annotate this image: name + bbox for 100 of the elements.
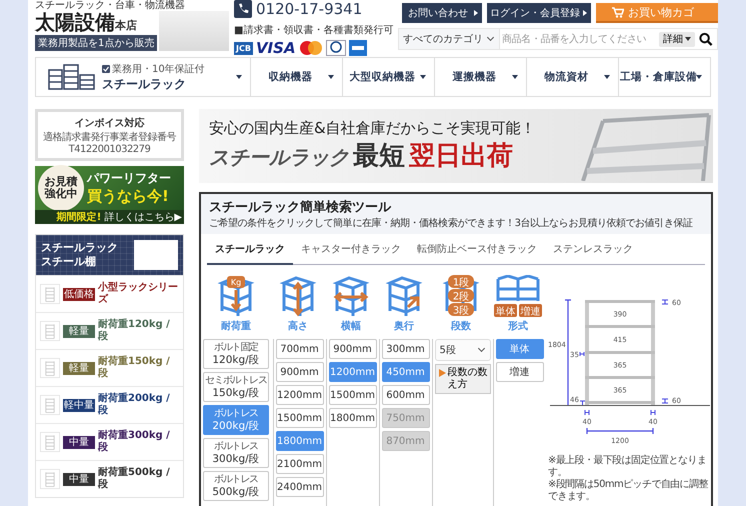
nav-menu-item[interactable]: 業務用・10年保証付 スチールラック [36,58,250,96]
nav-menu-item[interactable]: 収納機器 [250,58,342,96]
option-button[interactable]: ボルト固定 120kg/段 [203,339,269,369]
category-title: スチール棚 [41,255,97,269]
help-button[interactable]: 段数の数え方 [434,364,490,394]
ad-link[interactable]: 詳しくはこちら▶ [104,210,182,224]
caret-icon [604,75,610,79]
shelf-icon [40,321,60,341]
category-label: 耐荷重120kg / 段 [98,319,171,343]
option-button[interactable]: 1500mm [328,385,376,405]
login-button[interactable]: ログイン・会員登録 [487,3,591,23]
promo-banner[interactable]: 安心の国内生産&自社倉庫だからこそ実現可能！ スチールラック 最短翌日出荷 [199,109,713,183]
option-button[interactable]: 1800mm [328,408,376,428]
filter-label: 段数 [451,320,471,333]
filter-label: 横幅 [341,320,361,333]
invoice-title: インボイス対応 [74,116,144,130]
filter-label: 耐荷重 [221,320,251,333]
type-badge: 増連 [519,304,542,317]
dimension-marker [662,398,668,404]
option-button[interactable]: 2400mm [276,477,324,497]
shelf-icon [48,64,96,90]
contact-button[interactable]: お問い合わせ [402,3,482,23]
option-button[interactable]: 300mm [382,339,430,359]
dimension-marker [580,400,586,406]
option-button[interactable]: 1500mm [276,408,324,428]
ad-limited: 期間限定! [56,210,102,224]
phone-number[interactable]: 0120-17-9341 [256,0,362,18]
rack-icon [388,276,422,317]
caret-icon [512,75,518,79]
nav-note: 業務用・10年保証付 [112,62,205,76]
nav-label: 工場・倉庫設備 [620,70,697,84]
tier-badge: 2段 [448,289,474,302]
nav-label: 収納機器 [268,70,312,84]
option-button[interactable]: 900mm [276,362,324,382]
photo-placeholder [134,240,178,270]
nav-menu-item[interactable]: 運搬機器 [434,58,526,96]
checkbox-icon [102,64,110,72]
option-button[interactable]: セミボルトレス 150kg/段 [203,372,269,402]
category-tag: 軽量 [63,362,95,374]
card-logo-icon [298,40,323,56]
nav-label: 物流資材 [544,70,588,84]
option-button[interactable]: ボルトレス 500kg/段 [203,471,269,501]
caret-icon [696,75,702,79]
category-tag: 軽中量 [63,398,95,412]
tab[interactable]: 転倒防止ベース付きラック [409,234,545,265]
nav-label: スチールラック [102,76,187,92]
category-tag: 中量 [63,472,95,486]
option-button[interactable]: 900mm [328,339,376,359]
card-logo-icon [326,40,346,56]
shelf-icon [40,284,60,304]
filter-label: 高さ [288,319,308,333]
tab[interactable]: キャスター付きラック [293,234,409,265]
option-button[interactable]: ボルトレス 300kg/段 [203,438,269,468]
category-tag: 低価格 [63,288,95,300]
option-button[interactable]: 増連 [496,362,544,382]
option-button[interactable]: 700mm [276,339,324,359]
dimension-marker [580,352,584,356]
banner-highlight: 翌日出荷 [409,140,513,173]
nav-menu-item[interactable]: 物流資材 [526,58,618,96]
rack-icon [282,276,316,317]
rack-icon [336,276,370,317]
shop-badge: 業務用製品を1点から販売 [35,35,157,51]
note-text: ※段間隔は50mmピッチで自由に調整できます。 [548,479,709,503]
rack-icon [496,275,540,302]
shop-name[interactable]: 太陽設備 [35,11,115,33]
dimension-line [586,427,654,435]
ad-banner[interactable]: お見積 強化中 パワーリフター 買うなら今! 期間限定! 詳しくはこちら▶ [35,166,184,224]
shop-suffix: 本店 [115,19,137,33]
option-button[interactable]: 1200mm [276,385,324,405]
option-button[interactable]: 2100mm [276,454,324,474]
nav-menu-item[interactable]: 工場・倉庫設備 [618,58,710,96]
invoice-text: 適格請求書発行事業者登録番号 [43,130,176,144]
banner-lead: スチールラック [209,144,349,171]
dimension-marker [584,410,590,416]
invoice-note: ■請求書・領収書・各種書類発行可 [234,25,394,37]
note-text: ※最上段・最下段は固定位置となります。 [548,455,708,478]
option-button[interactable]: 600mm [382,385,430,405]
tab[interactable]: ステンレスラック [545,234,641,265]
arrow-icon [230,288,242,312]
ad-circle-text: 強化中 [44,188,78,200]
cart-icon [612,6,624,18]
tool-subtitle: ご希望の条件をクリックして簡単に在庫・納期・価格検索ができます！3台以上ならお見積り依頼でお値引き保証 [209,216,694,230]
arrow-icon [334,292,368,302]
invoice-text: T4122001032279 [68,144,150,154]
arrow-icon [406,296,420,308]
banner-emphasis: 最短 [353,140,405,173]
nav-menu-item[interactable]: 大型収納機器 [342,58,434,96]
category-label: 耐荷重150kg / 段 [98,356,171,380]
category-tag: 中量 [63,436,95,448]
tier-select[interactable]: 5段 [434,339,490,361]
card-logo: VISA [256,40,296,56]
dimension-marker [662,300,668,304]
tier-badge: 1段 [448,275,474,288]
shelf-icon [40,432,60,452]
tab[interactable]: スチールラック [207,234,293,265]
card-logo: JCB [234,42,253,54]
ad-circle-text: お見積 [44,176,78,188]
category-label: 小型ラックシリーズ [98,282,179,306]
filter-label: 形式 [508,320,528,333]
type-badge: 単体 [494,304,517,317]
